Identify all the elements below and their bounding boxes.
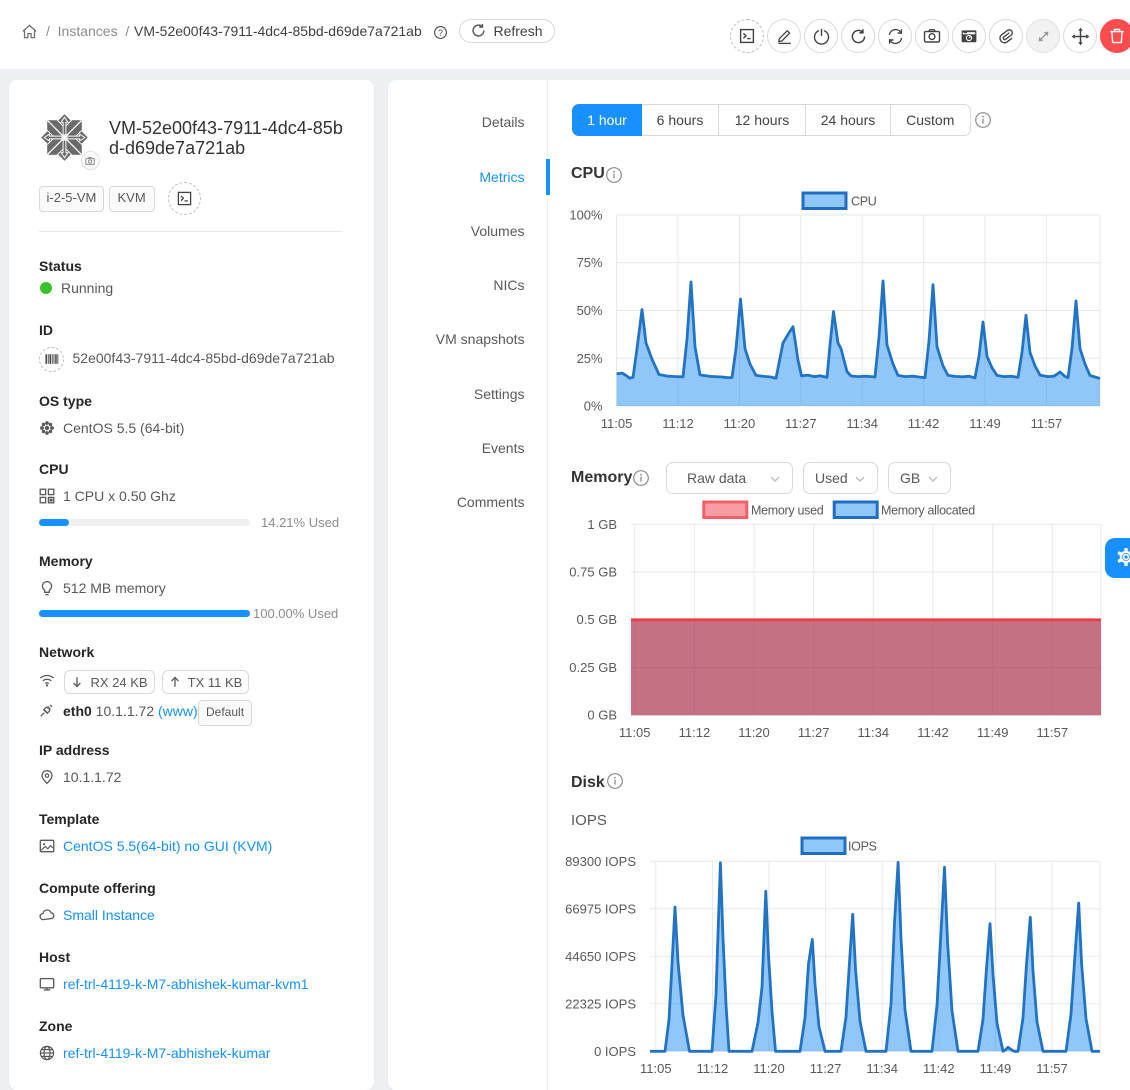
svg-text:11:49: 11:49 xyxy=(977,725,1009,740)
svg-text:0%: 0% xyxy=(584,399,603,414)
svg-text:0 IOPS: 0 IOPS xyxy=(594,1044,636,1059)
svg-text:0.25 GB: 0.25 GB xyxy=(569,660,617,675)
svg-text:Memory used: Memory used xyxy=(751,503,824,517)
svg-text:IOPS: IOPS xyxy=(848,839,877,853)
svg-text:75%: 75% xyxy=(577,255,603,270)
svg-text:89300 IOPS: 89300 IOPS xyxy=(565,854,636,869)
svg-text:0.75 GB: 0.75 GB xyxy=(569,565,617,580)
svg-text:11:42: 11:42 xyxy=(923,1061,955,1076)
svg-text:11:20: 11:20 xyxy=(724,416,756,431)
svg-text:?: ? xyxy=(437,28,442,38)
svg-text:11:49: 11:49 xyxy=(980,1061,1012,1076)
svg-text:11:57: 11:57 xyxy=(1036,1061,1068,1076)
svg-text:11:42: 11:42 xyxy=(917,725,949,740)
svg-text:11:34: 11:34 xyxy=(846,416,878,431)
svg-text:CPU: CPU xyxy=(851,194,877,208)
svg-text:100%: 100% xyxy=(569,208,603,223)
svg-text:11:27: 11:27 xyxy=(810,1061,842,1076)
svg-text:11:05: 11:05 xyxy=(640,1061,672,1076)
svg-text:11:12: 11:12 xyxy=(662,416,694,431)
svg-text:11:20: 11:20 xyxy=(753,1061,785,1076)
svg-text:25%: 25% xyxy=(577,351,603,366)
svg-text:11:57: 11:57 xyxy=(1037,725,1069,740)
svg-text:11:34: 11:34 xyxy=(866,1061,898,1076)
svg-text:11:57: 11:57 xyxy=(1031,416,1063,431)
svg-text:0.5 GB: 0.5 GB xyxy=(577,612,617,627)
svg-text:0 GB: 0 GB xyxy=(587,708,617,723)
svg-text:1 GB: 1 GB xyxy=(587,517,617,532)
svg-text:22325 IOPS: 22325 IOPS xyxy=(565,996,636,1011)
svg-text:11:20: 11:20 xyxy=(738,725,770,740)
svg-text:11:05: 11:05 xyxy=(619,725,651,740)
svg-text:11:27: 11:27 xyxy=(798,725,830,740)
svg-text:Memory allocated: Memory allocated xyxy=(881,503,975,517)
svg-text:11:42: 11:42 xyxy=(908,416,940,431)
svg-text:44650 IOPS: 44650 IOPS xyxy=(565,949,636,964)
svg-text:11:05: 11:05 xyxy=(601,416,633,431)
svg-text:11:49: 11:49 xyxy=(969,416,1001,431)
svg-text:11:34: 11:34 xyxy=(858,725,890,740)
svg-text:11:12: 11:12 xyxy=(697,1061,729,1076)
svg-text:11:27: 11:27 xyxy=(785,416,817,431)
svg-text:50%: 50% xyxy=(577,303,603,318)
svg-text:11:12: 11:12 xyxy=(679,725,711,740)
svg-text:66975 IOPS: 66975 IOPS xyxy=(565,901,636,916)
